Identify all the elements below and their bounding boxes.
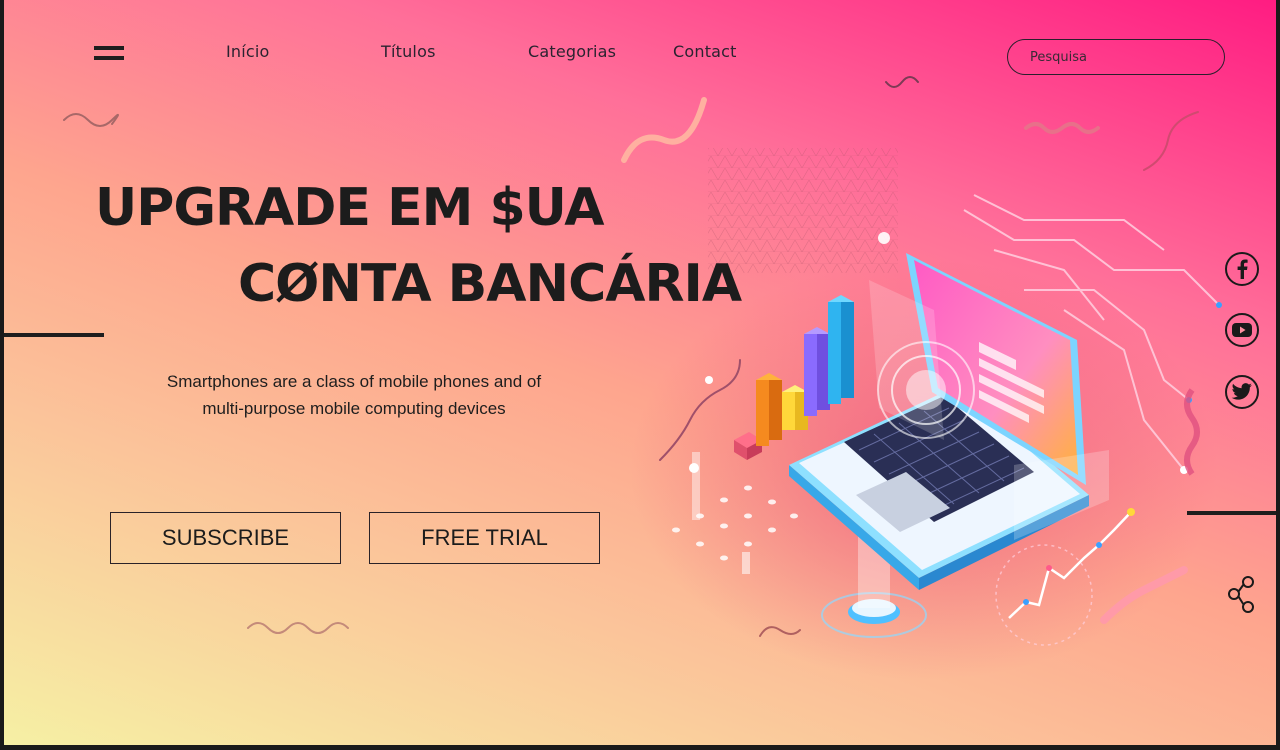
subtitle-line-1: Smartphones are a class of mobile phones… — [166, 372, 542, 391]
nav-link-contact[interactable]: Contact — [673, 42, 737, 61]
free-trial-button[interactable]: FREE TRIAL — [369, 512, 600, 564]
squiggle — [247, 622, 349, 634]
light-pillar — [742, 552, 750, 574]
headline-line-1: UPGRADE EM $UA — [95, 178, 605, 238]
sparkle — [705, 376, 713, 384]
squiggle — [63, 113, 119, 127]
light-pillar — [692, 452, 700, 520]
hero-subtitle: Smartphones are a class of mobile phones… — [144, 368, 564, 422]
nav-link-inicio[interactable]: Início — [226, 42, 270, 61]
dot-pattern — [672, 485, 798, 561]
squiggle — [885, 76, 919, 88]
hamburger-menu-icon[interactable] — [94, 44, 126, 62]
sparkle — [878, 232, 890, 244]
search-input[interactable] — [1007, 39, 1225, 75]
nav-link-categorias[interactable]: Categorias — [528, 42, 616, 61]
squiggle — [1184, 388, 1200, 476]
subtitle-line-2: multi-purpose mobile computing devices — [202, 399, 506, 418]
bar-chart-decoration — [734, 295, 854, 460]
circuit-node — [1216, 302, 1222, 308]
landing-page: Início Títulos Categorias Contact UPGRAD… — [4, 0, 1276, 745]
subscribe-button[interactable]: SUBSCRIBE — [110, 512, 341, 564]
nav-link-titulos[interactable]: Títulos — [381, 42, 436, 61]
laptop-illustration — [672, 194, 1222, 646]
left-divider — [4, 333, 104, 337]
